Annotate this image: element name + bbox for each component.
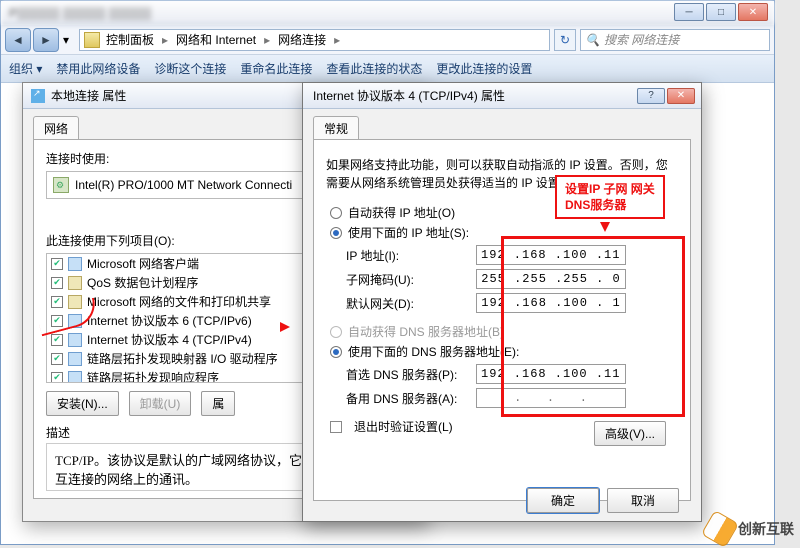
- dialog-title: 本地连接 属性: [51, 87, 126, 104]
- protocol-icon: [68, 333, 82, 347]
- checkbox[interactable]: [51, 258, 63, 270]
- checkbox[interactable]: [51, 353, 63, 365]
- toolbar-item[interactable]: 查看此连接的状态: [326, 60, 422, 77]
- search-input[interactable]: 🔍 搜索 网络连接: [580, 29, 770, 51]
- protocol-icon: [68, 371, 82, 384]
- ip-address-label: IP 地址(I):: [346, 247, 476, 264]
- checkbox[interactable]: [51, 372, 63, 384]
- breadcrumb[interactable]: 控制面板: [106, 31, 154, 48]
- chevron-right-icon: ▸: [264, 33, 270, 47]
- watermark: 创新互联: [706, 515, 794, 543]
- advanced-button[interactable]: 高级(V)...: [594, 421, 666, 446]
- properties-button[interactable]: 属: [201, 391, 235, 416]
- annotation-arrowhead: [280, 322, 290, 332]
- close-button[interactable]: ✕: [667, 88, 695, 104]
- folder-icon: [84, 32, 100, 48]
- close-button[interactable]: ✕: [738, 3, 768, 21]
- breadcrumb[interactable]: 网络和 Internet: [176, 31, 256, 48]
- service-icon: [68, 276, 82, 290]
- client-icon: [68, 257, 82, 271]
- help-button[interactable]: ?: [637, 88, 665, 104]
- tab-general[interactable]: 常规: [313, 116, 359, 140]
- back-button[interactable]: ◄: [5, 28, 31, 52]
- radio-icon: [330, 207, 342, 219]
- gateway-label: 默认网关(D):: [346, 295, 476, 312]
- tab-network[interactable]: 网络: [33, 116, 79, 140]
- chevron-right-icon: ▸: [162, 33, 168, 47]
- toolbar-item[interactable]: 禁用此网络设备: [56, 60, 140, 77]
- dialog-title: Internet 协议版本 4 (TCP/IPv4) 属性: [313, 87, 505, 104]
- maximize-button[interactable]: □: [706, 3, 736, 21]
- cancel-button[interactable]: 取消: [607, 488, 679, 513]
- breadcrumb[interactable]: 网络连接: [278, 31, 326, 48]
- history-dropdown-icon[interactable]: ▾: [63, 33, 75, 47]
- toolbar-item[interactable]: 诊断这个连接: [154, 60, 226, 77]
- adapter-icon: [53, 177, 69, 193]
- uninstall-button: 卸载(U): [129, 391, 192, 416]
- checkbox[interactable]: [51, 334, 63, 346]
- adapter-name: Intel(R) PRO/1000 MT Network Connecti: [75, 178, 292, 192]
- chevron-right-icon: ▸: [334, 33, 340, 47]
- alternate-dns-label: 备用 DNS 服务器(A):: [346, 390, 476, 407]
- search-icon: 🔍: [585, 33, 600, 47]
- radio-icon: [330, 227, 342, 239]
- window-buttons: ─ □ ✕: [674, 3, 768, 21]
- protocol-icon: [68, 352, 82, 366]
- search-placeholder: 搜索 网络连接: [604, 31, 679, 48]
- radio-icon: [330, 346, 342, 358]
- toolbar-item[interactable]: 组织 ▾: [9, 60, 42, 77]
- annotation-arrowhead: [600, 222, 610, 232]
- checkbox-icon: [330, 421, 342, 433]
- toolbar-item[interactable]: 更改此连接的设置: [436, 60, 532, 77]
- annotation-highlight-box: [501, 236, 685, 417]
- toolbar-item[interactable]: 重命名此连接: [240, 60, 312, 77]
- checkbox[interactable]: [51, 277, 63, 289]
- command-bar: 组织 ▾ 禁用此网络设备 诊断这个连接 重命名此连接 查看此连接的状态 更改此连…: [1, 55, 774, 83]
- address-bar-row: ◄ ► ▾ 控制面板 ▸ 网络和 Internet ▸ 网络连接 ▸ ↻ 🔍 搜…: [1, 25, 774, 55]
- ok-button[interactable]: 确定: [527, 488, 599, 513]
- subnet-mask-label: 子网掩码(U):: [346, 271, 476, 288]
- radio-icon: [330, 326, 342, 338]
- preferred-dns-label: 首选 DNS 服务器(P):: [346, 366, 476, 383]
- dialog-titlebar: Internet 协议版本 4 (TCP/IPv4) 属性 ? ✕: [303, 83, 701, 109]
- window-title: P▒▒▒▒▒ ▒▒▒▒▒ ▒▒▒▒▒: [9, 6, 151, 20]
- install-button[interactable]: 安装(N)...: [46, 391, 119, 416]
- annotation-label: 设置IP 子网 网关 DNS服务器: [555, 175, 665, 219]
- minimize-button[interactable]: ─: [674, 3, 704, 21]
- refresh-button[interactable]: ↻: [554, 29, 576, 51]
- watermark-text: 创新互联: [738, 519, 794, 539]
- address-field[interactable]: 控制面板 ▸ 网络和 Internet ▸ 网络连接 ▸: [79, 29, 550, 51]
- forward-button[interactable]: ►: [33, 28, 59, 52]
- watermark-icon: [701, 510, 739, 548]
- network-icon: [31, 89, 45, 103]
- explorer-titlebar: P▒▒▒▒▒ ▒▒▒▒▒ ▒▒▒▒▒: [1, 1, 774, 25]
